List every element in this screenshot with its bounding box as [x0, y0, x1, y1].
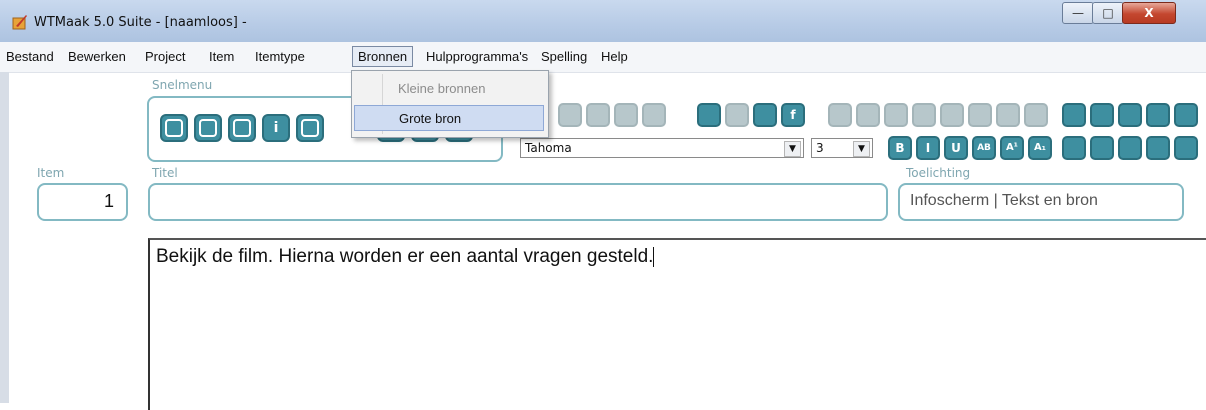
- list-button-2[interactable]: [1090, 103, 1114, 127]
- bronnen-dropdown: Kleine bronnen Grote bron: [351, 70, 549, 138]
- link-button[interactable]: [725, 103, 749, 127]
- table-button-8[interactable]: [1024, 103, 1048, 127]
- open-button[interactable]: [194, 114, 222, 142]
- menu-bestand[interactable]: Bestand: [6, 49, 54, 64]
- strikethrough-button[interactable]: AB: [972, 136, 996, 160]
- table-button-7[interactable]: [996, 103, 1020, 127]
- item-caption: Item: [37, 166, 65, 180]
- menu-bronnen[interactable]: Bronnen: [352, 46, 414, 67]
- menu-spelling[interactable]: Spelling: [541, 49, 587, 64]
- chevron-down-icon[interactable]: ▼: [853, 141, 870, 157]
- menuitem-grote-bron[interactable]: Grote bron: [354, 105, 544, 131]
- spellcheck-button[interactable]: [296, 114, 324, 142]
- titel-input[interactable]: [148, 183, 888, 221]
- editor-text-content: Bekijk de film. Hierna worden er een aan…: [156, 246, 654, 267]
- font-value: Tahoma: [525, 141, 572, 155]
- table-button-4[interactable]: [912, 103, 936, 127]
- subscript-button[interactable]: A₁: [1028, 136, 1052, 160]
- superscript-button[interactable]: A¹: [1000, 136, 1024, 160]
- toelichting-caption: Toelichting: [906, 166, 971, 180]
- align-extra-button[interactable]: [1174, 136, 1198, 160]
- align-center-button[interactable]: [1090, 136, 1114, 160]
- menuitem-kleine-bronnen[interactable]: Kleine bronnen: [354, 76, 544, 102]
- app-window: WTMaak 5.0 Suite - [naamloos] - — □ X Be…: [0, 0, 1206, 410]
- menuitem-label: Grote bron: [399, 111, 462, 126]
- table-button-1[interactable]: [828, 103, 852, 127]
- list-button-3[interactable]: [1118, 103, 1142, 127]
- calculator-button[interactable]: [753, 103, 777, 127]
- underline-icon: U: [951, 141, 961, 155]
- item-number: 1: [103, 191, 114, 211]
- align-right-button[interactable]: [1118, 136, 1142, 160]
- info-icon: i: [273, 120, 279, 136]
- subscript-icon: A₁: [1033, 142, 1047, 153]
- table-button-3[interactable]: [884, 103, 908, 127]
- menu-itemtype[interactable]: Itemtype: [255, 49, 305, 64]
- item-number-field[interactable]: 1: [37, 183, 128, 221]
- new-button[interactable]: [160, 114, 188, 142]
- cut-button[interactable]: [586, 103, 610, 127]
- content-editor[interactable]: Bekijk de film. Hierna worden er een aan…: [148, 238, 1206, 410]
- size-select[interactable]: 3 ▼: [811, 138, 873, 158]
- text-caret: [653, 246, 655, 267]
- image-button[interactable]: [697, 103, 721, 127]
- chevron-down-icon[interactable]: ▼: [784, 141, 801, 157]
- app-icon: [12, 15, 27, 30]
- size-value: 3: [816, 141, 824, 155]
- maximize-button[interactable]: □: [1092, 2, 1124, 24]
- italic-icon: I: [925, 141, 931, 155]
- menu-item[interactable]: Item: [209, 49, 234, 64]
- snelmenu-caption: Snelmenu: [152, 78, 213, 92]
- info-button[interactable]: i: [262, 114, 290, 142]
- italic-button[interactable]: I: [916, 136, 940, 160]
- bold-button[interactable]: B: [888, 136, 912, 160]
- editor-text: Bekijk de film. Hierna worden er een aan…: [156, 246, 655, 268]
- align-justify-button[interactable]: [1146, 136, 1170, 160]
- window-left-edge: [0, 72, 9, 403]
- table-button-6[interactable]: [968, 103, 992, 127]
- paste-button[interactable]: [642, 103, 666, 127]
- list-button-5[interactable]: [1174, 103, 1198, 127]
- copy-button[interactable]: [614, 103, 638, 127]
- close-button[interactable]: X: [1122, 2, 1176, 24]
- minimize-button[interactable]: —: [1062, 2, 1094, 24]
- minimize-icon: —: [1072, 6, 1084, 20]
- menu-bewerken[interactable]: Bewerken: [68, 49, 126, 64]
- menu-help[interactable]: Help: [601, 49, 628, 64]
- window-title: WTMaak 5.0 Suite - [naamloos] -: [34, 15, 247, 30]
- list-button-4[interactable]: [1146, 103, 1170, 127]
- table-button-5[interactable]: [940, 103, 964, 127]
- toelichting-value: Infoscherm | Tekst en bron: [910, 192, 1098, 209]
- bold-icon: B: [895, 141, 905, 155]
- menu-hulpprogrammas[interactable]: Hulpprogramma's: [426, 49, 528, 64]
- save-button[interactable]: [228, 114, 256, 142]
- align-left-button[interactable]: [1062, 136, 1086, 160]
- table-button-2[interactable]: [856, 103, 880, 127]
- menu-bar: Bestand Bewerken Project Item Itemtype B…: [0, 42, 1206, 73]
- menu-project[interactable]: Project: [145, 49, 185, 64]
- close-icon: X: [1144, 6, 1154, 20]
- underline-button[interactable]: U: [944, 136, 968, 160]
- titel-caption: Titel: [152, 166, 178, 180]
- maximize-icon: □: [1102, 6, 1114, 20]
- title-bar: WTMaak 5.0 Suite - [naamloos] - — □ X: [0, 0, 1206, 42]
- superscript-icon: A¹: [1005, 142, 1019, 153]
- menuitem-label: Kleine bronnen: [398, 81, 486, 96]
- redo-button[interactable]: [558, 103, 582, 127]
- font-select[interactable]: Tahoma ▼: [520, 138, 804, 158]
- strikethrough-icon: AB: [977, 143, 991, 153]
- formula-button[interactable]: f: [781, 103, 805, 127]
- toelichting-field[interactable]: Infoscherm | Tekst en bron: [898, 183, 1184, 221]
- formula-icon: f: [790, 108, 796, 122]
- list-button-1[interactable]: [1062, 103, 1086, 127]
